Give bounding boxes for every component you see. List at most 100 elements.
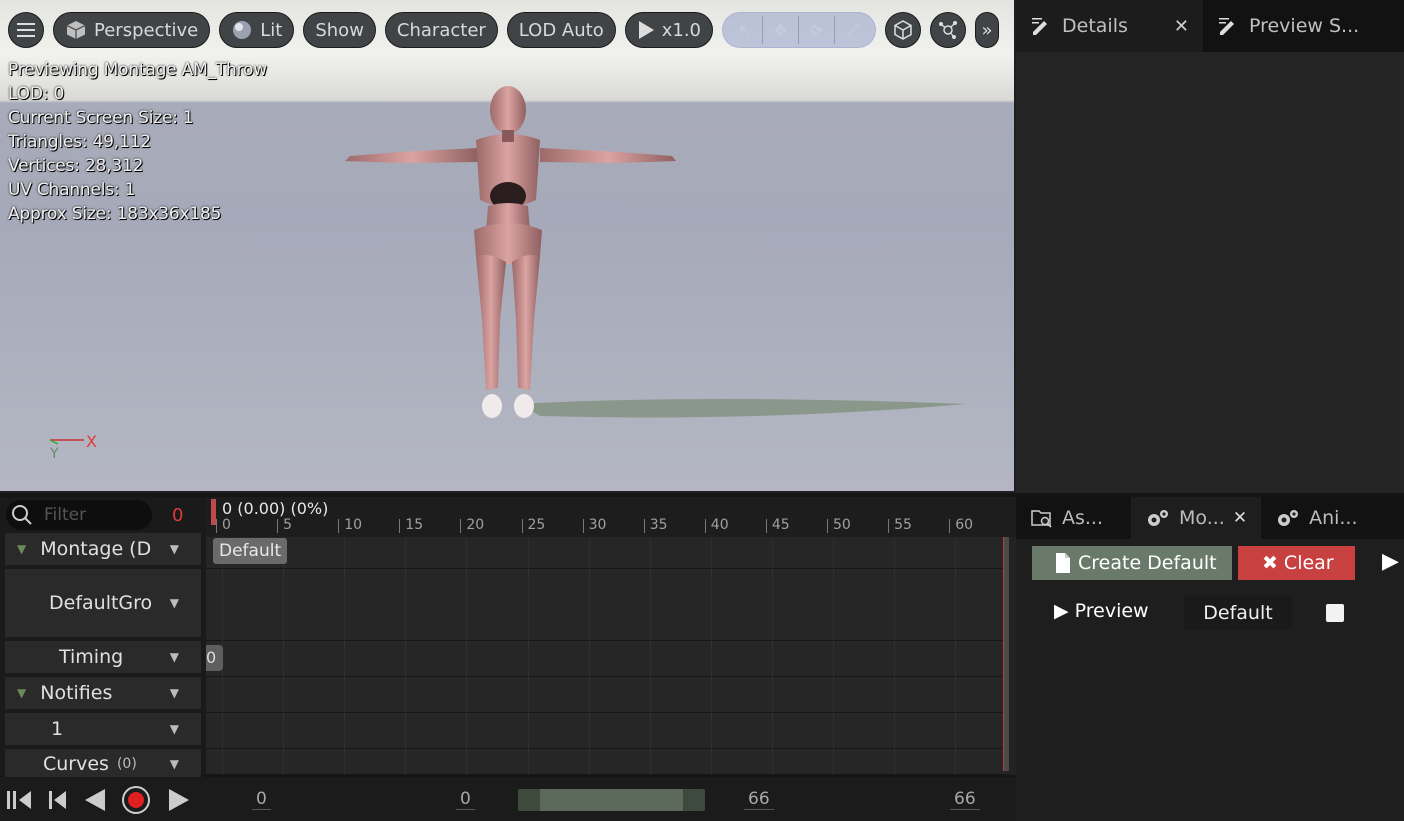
end-marker[interactable] <box>1003 537 1009 771</box>
time-ruler[interactable]: 0 (0.00) (0%) 0 5 10 15 20 25 30 35 40 45 50 55 60 <box>206 497 1016 537</box>
grid-line <box>405 537 407 775</box>
timing-marker[interactable]: 0 <box>206 645 223 671</box>
grid-line <box>344 537 346 775</box>
clear-button[interactable]: ✖ Clear <box>1238 546 1355 580</box>
montage-track[interactable] <box>206 537 1006 569</box>
tab-montage-sections-label: Mo... <box>1179 507 1225 529</box>
axis-indicator: X Y <box>44 432 104 466</box>
timeline-area[interactable]: 0 (0.00) (0%) 0 5 10 15 20 25 30 35 40 45 50 55 60 D… <box>206 497 1016 775</box>
translate-tool-icon[interactable]: ✥ <box>763 16 800 44</box>
details-tabbar: Details ✕ Preview S... <box>1016 0 1404 52</box>
play-reverse-button[interactable] <box>80 785 110 815</box>
uv-channels-text: UV Channels: 1 <box>8 180 136 200</box>
tab-preview-settings[interactable]: Preview S... <box>1203 0 1373 52</box>
transport-bar: 0 0 66 66 <box>0 777 1016 821</box>
tab-montage-sections[interactable]: Mo... ✕ <box>1131 497 1262 539</box>
tab-asset-browser-label: As... <box>1062 507 1104 529</box>
play-section-button[interactable]: ▶ <box>1382 549 1399 574</box>
tree-item-default-group[interactable]: DefaultGro ▼ <box>5 569 201 637</box>
select-tool-icon[interactable]: ↖ <box>727 16 764 44</box>
tree-item-timing[interactable]: Timing ▼ <box>5 641 201 673</box>
tree-item-notifies[interactable]: ▼ Notifies ▼ <box>5 677 201 709</box>
sphere-icon <box>233 21 252 39</box>
ruler-tick-label: 50 <box>827 517 851 533</box>
tab-asset-browser[interactable]: As... <box>1016 497 1117 539</box>
create-default-button[interactable]: Create Default <box>1032 546 1232 580</box>
play-icon: ▶ <box>1054 600 1069 622</box>
ruler-tick-label: 5 <box>277 517 293 533</box>
notify-track-1[interactable] <box>206 713 1006 749</box>
play-forward-button[interactable] <box>164 785 194 815</box>
timing-track[interactable] <box>206 641 1006 677</box>
preview-button[interactable]: ▶ Preview <box>1054 600 1149 622</box>
expand-triangle-icon[interactable]: ▼ <box>17 686 26 700</box>
lod-button[interactable]: LOD Auto <box>506 12 616 48</box>
range-scrubber[interactable] <box>518 789 705 811</box>
tab-details[interactable]: Details ✕ <box>1016 0 1203 52</box>
chevron-down-icon[interactable]: ▼ <box>170 722 179 736</box>
filter-count: 0 <box>172 504 184 526</box>
show-label: Show <box>315 19 364 41</box>
default-section-button[interactable]: Default <box>1184 596 1292 630</box>
ruler-tick-label: 30 <box>582 517 607 533</box>
end-frame-field[interactable]: 66 <box>744 789 774 810</box>
loop-checkbox[interactable] <box>1326 604 1344 622</box>
chevron-down-icon[interactable]: ▼ <box>170 596 179 610</box>
play-icon <box>169 789 189 811</box>
start-frame-field[interactable]: 0 <box>252 789 271 810</box>
camera-button[interactable] <box>885 12 922 48</box>
current-frame-field[interactable]: 0 <box>456 789 475 810</box>
default-group-track[interactable] <box>206 569 1006 641</box>
character-button[interactable]: Character <box>384 12 498 48</box>
perspective-button[interactable]: Perspective <box>53 12 211 48</box>
chevron-down-icon[interactable]: ▼ <box>170 686 179 700</box>
physics-button[interactable] <box>930 12 967 48</box>
chevron-down-icon[interactable]: ▼ <box>170 650 179 664</box>
tree-item-montage[interactable]: ▼ Montage (D ▼ <box>5 533 201 565</box>
approx-size-text: Approx Size: 183x36x185 <box>8 204 222 224</box>
range-scrubber-fill[interactable] <box>540 789 683 811</box>
section-default[interactable]: Default <box>213 538 288 564</box>
chevron-down-icon[interactable]: ▼ <box>170 542 179 556</box>
menu-button[interactable] <box>8 12 44 48</box>
grid-line <box>283 537 285 775</box>
show-button[interactable]: Show <box>303 12 376 48</box>
pencil-icon <box>1032 18 1047 35</box>
lit-button[interactable]: Lit <box>219 12 295 48</box>
lod-text: LOD: 0 <box>8 84 65 104</box>
expand-triangle-icon[interactable]: ▼ <box>17 542 26 556</box>
nodes-icon <box>939 21 958 39</box>
rotate-tool-icon[interactable]: ⟳ <box>799 16 836 44</box>
grid-line <box>955 537 957 775</box>
close-icon[interactable]: ✕ <box>1174 16 1189 37</box>
tree-item-notifies-label: Notifies <box>40 682 113 704</box>
preview-viewport[interactable]: Perspective Lit Show Character LOD Auto … <box>0 0 1016 493</box>
grid-line <box>588 537 590 775</box>
tree-item-curves[interactable]: Curves (0) ▼ <box>5 749 201 779</box>
record-button[interactable] <box>121 785 151 815</box>
clear-label: Clear <box>1283 552 1334 574</box>
play-icon: ▶ <box>1382 549 1399 574</box>
chevron-down-icon[interactable]: ▼ <box>170 757 179 771</box>
create-default-label: Create Default <box>1078 552 1217 574</box>
step-back-button[interactable] <box>42 785 72 815</box>
playback-speed-button[interactable]: x1.0 <box>624 12 714 48</box>
close-icon[interactable]: ✕ <box>1233 508 1247 528</box>
tree-item-notify-track[interactable]: 1 ▼ <box>5 713 201 745</box>
lod-label: LOD Auto <box>518 19 604 41</box>
filter-input[interactable]: Filter <box>6 500 152 530</box>
notifies-track[interactable] <box>206 677 1006 713</box>
tab-anim-slot-manager[interactable]: Ani... <box>1261 497 1371 539</box>
screen-size-text: Current Screen Size: 1 <box>8 108 194 128</box>
go-to-start-button[interactable] <box>4 785 34 815</box>
more-options-button[interactable]: » <box>975 12 1000 48</box>
perspective-label: Perspective <box>94 19 199 41</box>
details-panel: Details ✕ Preview S... <box>1016 0 1404 493</box>
tree-item-timing-label: Timing <box>59 646 124 668</box>
preview-label: Preview <box>1074 600 1149 622</box>
gears-icon <box>1148 510 1169 526</box>
total-frames-field[interactable]: 66 <box>950 789 980 810</box>
scale-tool-icon[interactable]: ⤢ <box>835 16 871 44</box>
grid-line <box>710 537 712 775</box>
curves-track[interactable] <box>206 749 1006 775</box>
